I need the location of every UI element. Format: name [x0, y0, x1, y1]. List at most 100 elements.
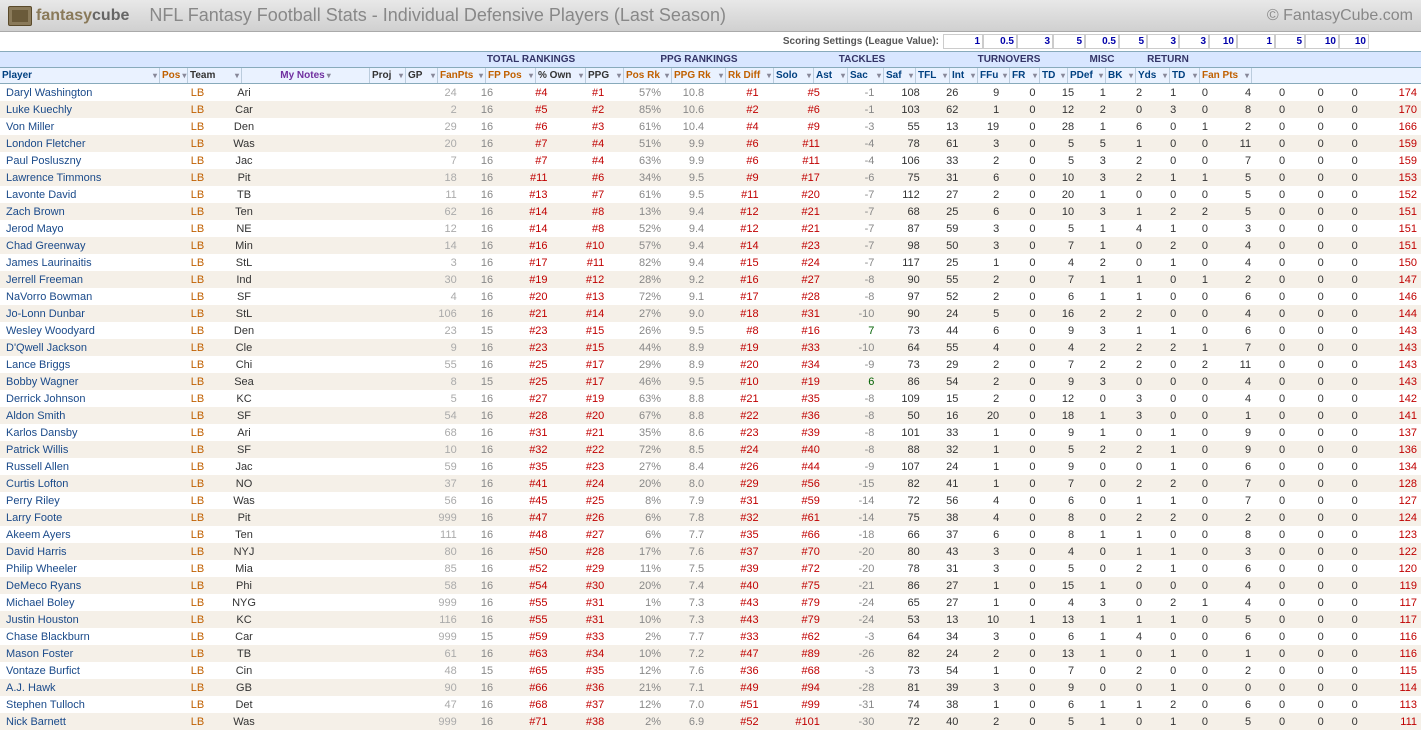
col-fr[interactable]: FR▾ [1010, 68, 1040, 83]
cell-notes[interactable] [275, 373, 420, 390]
site-logo[interactable]: fantasycube [8, 6, 129, 26]
player-link[interactable]: Lance Briggs [0, 356, 182, 373]
col-td2[interactable]: TD▾ [1170, 68, 1200, 83]
scoring-fr[interactable] [1179, 34, 1209, 49]
cell-notes[interactable] [275, 577, 420, 594]
cell-notes[interactable] [275, 713, 420, 730]
cell-notes[interactable] [275, 84, 420, 101]
col-int[interactable]: Int▾ [950, 68, 978, 83]
player-link[interactable]: Patrick Willis [0, 441, 182, 458]
col-bk[interactable]: BK▾ [1106, 68, 1136, 83]
player-link[interactable]: Curtis Lofton [0, 475, 182, 492]
cell-notes[interactable] [275, 509, 420, 526]
cell-notes[interactable] [275, 407, 420, 424]
player-link[interactable]: Derrick Johnson [0, 390, 182, 407]
scoring-ast[interactable] [983, 34, 1017, 49]
player-link[interactable]: David Harris [0, 543, 182, 560]
cell-notes[interactable] [275, 203, 420, 220]
cell-notes[interactable] [275, 543, 420, 560]
col-yds[interactable]: Yds▾ [1136, 68, 1170, 83]
cell-notes[interactable] [275, 492, 420, 509]
scoring-sac[interactable] [1017, 34, 1053, 49]
cell-notes[interactable] [275, 560, 420, 577]
cell-notes[interactable] [275, 458, 420, 475]
cell-notes[interactable] [275, 169, 420, 186]
col-saf[interactable]: Saf▾ [884, 68, 916, 83]
scoring-solo[interactable] [943, 34, 983, 49]
cell-notes[interactable] [275, 424, 420, 441]
col-sac[interactable]: Sac▾ [848, 68, 884, 83]
player-link[interactable]: D'Qwell Jackson [0, 339, 182, 356]
col-ppgrk[interactable]: PPG Rk▾ [672, 68, 726, 83]
col-team[interactable]: Team▾ [188, 68, 242, 83]
player-link[interactable]: Nick Barnett [0, 713, 182, 730]
player-link[interactable]: Michael Boley [0, 594, 182, 611]
player-link[interactable]: Akeem Ayers [0, 526, 182, 543]
player-link[interactable]: Mason Foster [0, 645, 182, 662]
col-ppg[interactable]: PPG▾ [586, 68, 624, 83]
cell-notes[interactable] [275, 441, 420, 458]
cell-notes[interactable] [275, 645, 420, 662]
player-link[interactable]: Bobby Wagner [0, 373, 182, 390]
player-link[interactable]: Von Miller [0, 118, 182, 135]
cell-notes[interactable] [275, 152, 420, 169]
cell-notes[interactable] [275, 288, 420, 305]
scoring-ffu[interactable] [1147, 34, 1179, 49]
player-link[interactable]: NaVorro Bowman [0, 288, 182, 305]
player-link[interactable]: Chase Blackburn [0, 628, 182, 645]
cell-notes[interactable] [275, 339, 420, 356]
cell-notes[interactable] [275, 594, 420, 611]
cell-notes[interactable] [275, 475, 420, 492]
scoring-saf[interactable] [1053, 34, 1085, 49]
player-link[interactable]: Jerrell Freeman [0, 271, 182, 288]
col-pos[interactable]: Pos▾ [160, 68, 188, 83]
cell-notes[interactable] [275, 696, 420, 713]
cell-notes[interactable] [275, 322, 420, 339]
scoring-pdef[interactable] [1237, 34, 1275, 49]
cell-notes[interactable] [275, 305, 420, 322]
col-rkdiff[interactable]: Rk Diff▾ [726, 68, 774, 83]
player-link[interactable]: Wesley Woodyard [0, 322, 182, 339]
col-proj[interactable]: Proj▾ [370, 68, 406, 83]
col-ast[interactable]: Ast▾ [814, 68, 848, 83]
player-link[interactable]: DeMeco Ryans [0, 577, 182, 594]
player-link[interactable]: Karlos Dansby [0, 424, 182, 441]
col-fppos[interactable]: FP Pos▾ [486, 68, 536, 83]
player-link[interactable]: James Laurinaitis [0, 254, 182, 271]
cell-notes[interactable] [275, 237, 420, 254]
cell-notes[interactable] [275, 356, 420, 373]
col-notes[interactable]: My Notes▾ [242, 68, 370, 83]
col-fanpts[interactable]: FanPts▾ [438, 68, 486, 83]
cell-notes[interactable] [275, 101, 420, 118]
cell-notes[interactable] [275, 628, 420, 645]
player-link[interactable]: Philip Wheeler [0, 560, 182, 577]
player-link[interactable]: Jerod Mayo [0, 220, 182, 237]
col-own[interactable]: % Own▾ [536, 68, 586, 83]
player-link[interactable]: Lawrence Timmons [0, 169, 182, 186]
col-td1[interactable]: TD▾ [1040, 68, 1068, 83]
cell-notes[interactable] [275, 662, 420, 679]
col-player[interactable]: Player▾ [0, 68, 160, 83]
player-link[interactable]: Jo-Lonn Dunbar [0, 305, 182, 322]
player-link[interactable]: A.J. Hawk [0, 679, 182, 696]
cell-notes[interactable] [275, 118, 420, 135]
scoring-tfl[interactable] [1085, 34, 1119, 49]
cell-notes[interactable] [275, 220, 420, 237]
scoring-td1[interactable] [1209, 34, 1237, 49]
player-link[interactable]: Lavonte David [0, 186, 182, 203]
col-fp[interactable]: Fan Pts▾ [1200, 68, 1252, 83]
scoring-bk[interactable] [1275, 34, 1305, 49]
scoring-yds[interactable] [1305, 34, 1339, 49]
player-link[interactable]: Paul Posluszny [0, 152, 182, 169]
player-link[interactable]: Zach Brown [0, 203, 182, 220]
player-link[interactable]: London Fletcher [0, 135, 182, 152]
scoring-td2[interactable] [1339, 34, 1369, 49]
player-link[interactable]: Daryl Washington [0, 84, 182, 101]
col-solo[interactable]: Solo▾ [774, 68, 814, 83]
player-link[interactable]: Vontaze Burfict [0, 662, 182, 679]
scoring-int[interactable] [1119, 34, 1147, 49]
player-link[interactable]: Russell Allen [0, 458, 182, 475]
col-pdef[interactable]: PDef▾ [1068, 68, 1106, 83]
cell-notes[interactable] [275, 526, 420, 543]
player-link[interactable]: Larry Foote [0, 509, 182, 526]
